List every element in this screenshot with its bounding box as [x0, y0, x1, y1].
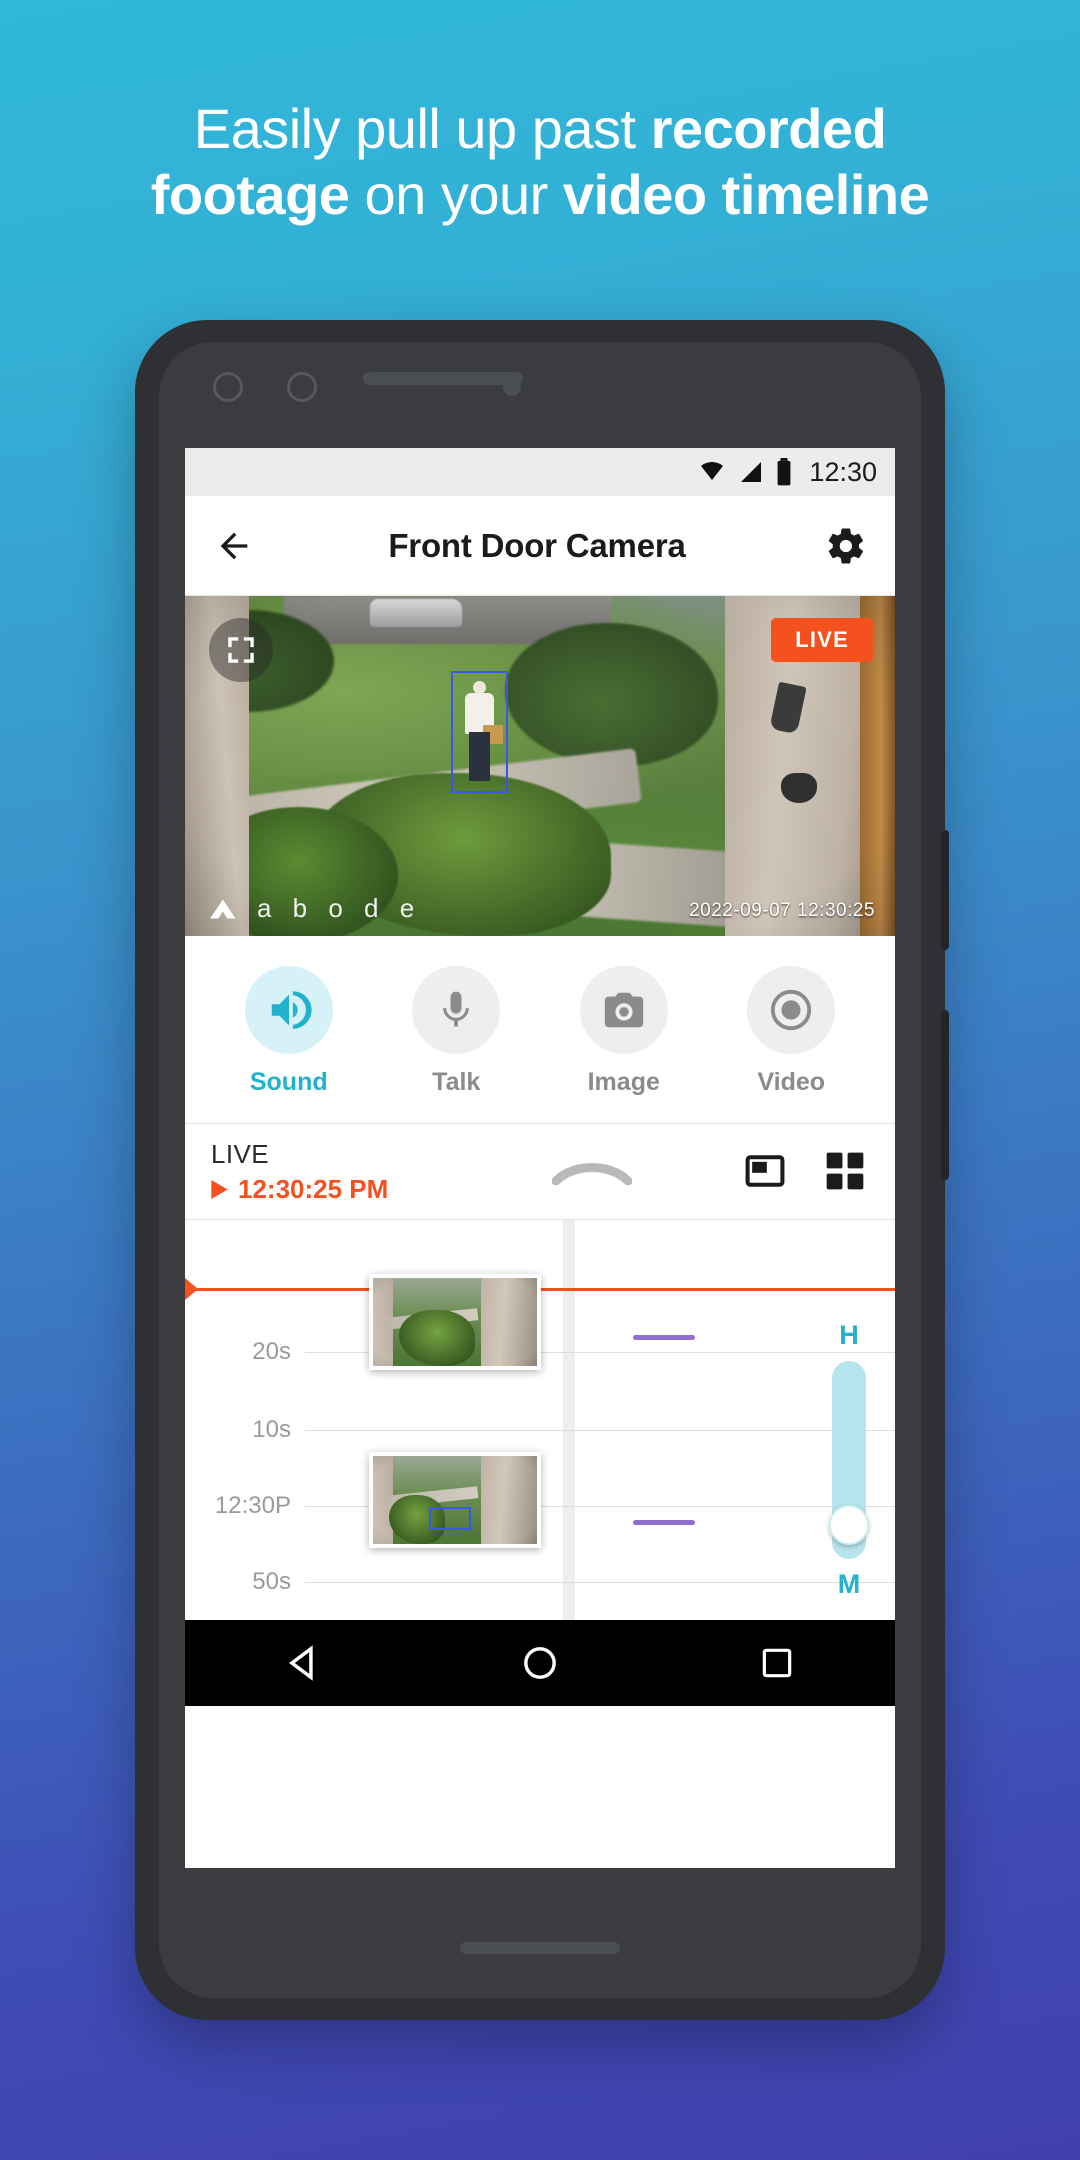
grid-view-icon[interactable]	[823, 1149, 869, 1195]
timeline-row: 10s	[185, 1416, 895, 1444]
proximity-sensor-icon	[503, 378, 521, 396]
timeline-row: 50s	[185, 1568, 895, 1596]
play-caret-icon	[211, 1179, 228, 1199]
nav-recents-square-icon[interactable]	[755, 1641, 799, 1685]
chevron-up-icon	[552, 1162, 632, 1185]
bottom-speaker	[460, 1942, 620, 1954]
fullscreen-icon[interactable]	[209, 618, 273, 682]
status-bar: 12:30	[185, 448, 895, 496]
live-video-feed[interactable]: LIVE a b o d e 2022-09-07 12:30:25	[185, 596, 895, 936]
promo-line2-bold-b: video timeline	[562, 163, 930, 227]
control-sound-label: Sound	[249, 1068, 328, 1096]
sensor-icon	[287, 372, 317, 402]
timeline-thumbnail[interactable]	[369, 1274, 541, 1370]
power-button	[941, 1010, 949, 1180]
promo-headline: Easily pull up past recorded footage on …	[0, 96, 1080, 228]
record-icon	[747, 966, 836, 1054]
brand-watermark: a b o d e	[207, 893, 421, 924]
status-bar-clock: 12:30	[809, 456, 877, 487]
picture-in-picture-icon[interactable]	[743, 1149, 789, 1195]
promo-line1-bold: recorded	[650, 97, 887, 160]
video-timestamp: 2022-09-07 12:30:25	[689, 900, 875, 921]
gear-icon[interactable]	[823, 523, 869, 569]
zoom-slider-knob[interactable]	[829, 1505, 869, 1545]
control-video-label: Video	[757, 1068, 826, 1096]
live-badge: LIVE	[771, 618, 873, 662]
volume-button	[941, 830, 949, 950]
view-mode-icons	[743, 1149, 869, 1195]
phone-screen: 12:30 Front Door Camera LIVE a b o d e 2…	[185, 448, 895, 1868]
timeline-tick-label: 10s	[252, 1416, 291, 1443]
timeline-thumbnail[interactable]	[369, 1452, 541, 1548]
camera-icon	[579, 966, 668, 1054]
phone-top-hardware	[135, 320, 945, 450]
app-bar: Front Door Camera	[185, 496, 895, 596]
wifi-icon	[697, 460, 727, 484]
timeline-tick-label: 50s	[252, 1568, 291, 1595]
camera-controls-row: Sound Talk Image Video	[185, 936, 895, 1124]
phone-mockup: 12:30 Front Door Camera LIVE a b o d e 2…	[135, 320, 949, 2020]
control-sound[interactable]: Sound	[214, 966, 364, 1097]
zoom-slider-track[interactable]	[829, 1361, 869, 1559]
live-status-left: LIVE 12:30:25 PM	[211, 1139, 441, 1205]
control-talk-label: Talk	[432, 1068, 481, 1096]
zoom-minute-label: M	[837, 1569, 861, 1599]
nav-home-circle-icon[interactable]	[518, 1641, 562, 1685]
earpiece-speaker	[363, 372, 523, 385]
android-nav-bar	[185, 1620, 895, 1706]
timeline-tick-label: 20s	[252, 1338, 291, 1365]
timeline-tick-label: 12:30P	[214, 1492, 291, 1519]
signal-icon	[737, 460, 765, 484]
timeline-event-segment[interactable]	[633, 1335, 695, 1340]
page-title: Front Door Camera	[388, 526, 686, 564]
battery-icon	[775, 458, 793, 486]
nav-back-triangle-icon[interactable]	[281, 1641, 325, 1685]
brand-watermark-text: a b o d e	[257, 893, 422, 923]
promo-line1-plain: Easily pull up past	[193, 97, 651, 160]
control-image-label: Image	[587, 1068, 660, 1096]
speaker-icon	[244, 966, 333, 1054]
collapse-handle[interactable]	[441, 1159, 743, 1185]
front-camera-icon	[213, 372, 243, 402]
zoom-hour-label: H	[839, 1320, 859, 1350]
live-time-row: 12:30:25 PM	[211, 1174, 441, 1205]
promo-line2-plain: on your	[349, 163, 563, 227]
timeline-event-segment[interactable]	[633, 1520, 695, 1525]
control-image[interactable]: Image	[549, 966, 699, 1097]
abode-logo-icon	[210, 899, 236, 918]
microphone-icon	[412, 966, 501, 1054]
hour-minute-zoom-slider[interactable]: H M	[821, 1320, 877, 1600]
control-talk[interactable]: Talk	[381, 966, 531, 1097]
live-time: 12:30:25 PM	[238, 1173, 389, 1204]
live-status-bar: LIVE 12:30:25 PM	[185, 1124, 895, 1220]
live-label: LIVE	[211, 1138, 269, 1169]
promo-line2-bold-a: footage	[150, 163, 350, 227]
video-timeline[interactable]: 20s 10s 12:30P 50s H M	[185, 1220, 895, 1620]
control-video[interactable]: Video	[716, 966, 866, 1097]
